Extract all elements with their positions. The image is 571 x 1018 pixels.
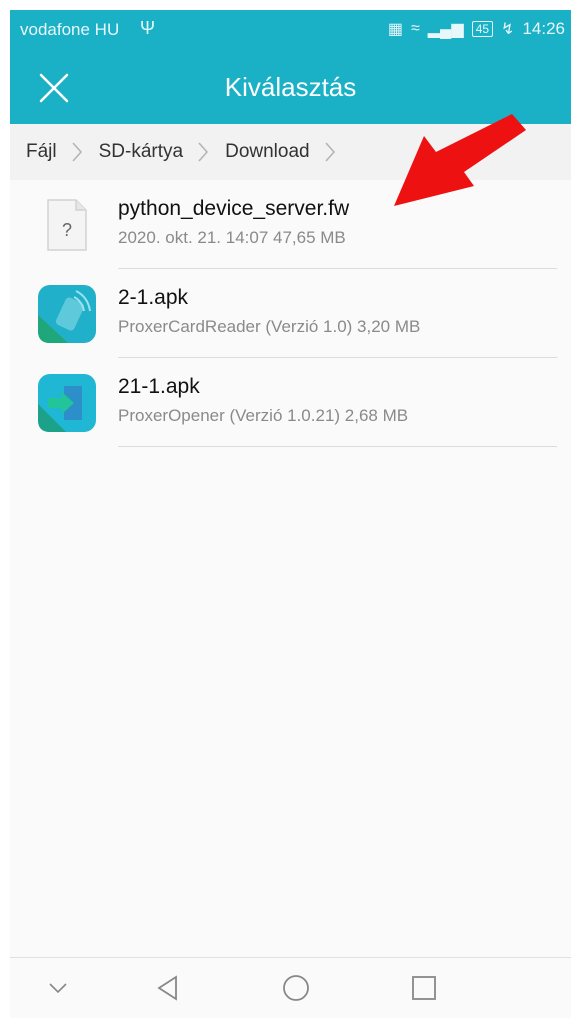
usb-icon: Ψ — [140, 18, 156, 38]
carrier-name: vodafone HU — [20, 20, 120, 39]
charging-icon: ↯ — [501, 21, 515, 38]
file-name: 21-1.apk — [118, 375, 200, 398]
file-list: ? python_device_server.fw 2020. okt. 21.… — [10, 180, 571, 447]
breadcrumb-item-sd-card[interactable]: SD-kártya — [83, 141, 183, 163]
signal-icon: ▂▄▆ — [427, 21, 464, 38]
screen: vodafone HU Ψ ▦ ≈ ▂▄▆ 45 ↯ 14:26 Kiválas… — [10, 10, 571, 1018]
status-icons: ▦ ≈ ▂▄▆ 45 ↯ 14:26 — [388, 19, 565, 39]
vibrate-icon: ▦ — [387, 21, 403, 38]
app-header: vodafone HU Ψ ▦ ≈ ▂▄▆ 45 ↯ 14:26 Kiválas… — [10, 10, 571, 124]
recents-icon[interactable] — [408, 972, 440, 1004]
file-name: python_device_server.fw — [118, 197, 350, 220]
wifi-icon: ≈ — [410, 20, 420, 37]
proxer-opener-app-icon — [38, 374, 96, 432]
page-title: Kiválasztás — [224, 72, 357, 102]
svg-text:?: ? — [62, 220, 72, 240]
file-row[interactable]: 21-1.apk ProxerOpener (Verzió 1.0.21) 2,… — [10, 358, 571, 447]
battery-icon: 45 — [471, 21, 494, 37]
proxer-card-reader-app-icon — [38, 285, 96, 343]
breadcrumb-item-file[interactable]: Fájl — [10, 141, 57, 163]
red-arrow-annotation — [394, 114, 526, 206]
divider — [118, 446, 557, 447]
file-row[interactable]: 2-1.apk ProxerCardReader (Verzió 1.0) 3,… — [10, 269, 571, 358]
file-meta: ProxerOpener (Verzió 1.0.21) 2,68 MB — [118, 406, 409, 425]
clock: 14:26 — [522, 19, 565, 38]
file-meta: ProxerCardReader (Verzió 1.0) 3,20 MB — [118, 317, 421, 336]
chevron-right-icon — [57, 141, 83, 163]
navigation-bar — [10, 957, 571, 1018]
file-name: 2-1.apk — [118, 286, 189, 309]
file-meta: 2020. okt. 21. 14:07 47,65 MB — [118, 228, 346, 247]
chevron-down-icon[interactable] — [42, 972, 74, 1004]
chevron-right-icon — [183, 141, 209, 163]
battery-level: 45 — [475, 22, 490, 36]
chevron-right-icon — [310, 141, 336, 163]
breadcrumb-item-download[interactable]: Download — [209, 141, 310, 163]
back-icon[interactable] — [154, 972, 186, 1004]
status-bar: vodafone HU Ψ ▦ ≈ ▂▄▆ 45 ↯ 14:26 — [10, 10, 571, 48]
unknown-file-icon: ? — [38, 196, 96, 254]
home-icon[interactable] — [280, 972, 312, 1004]
